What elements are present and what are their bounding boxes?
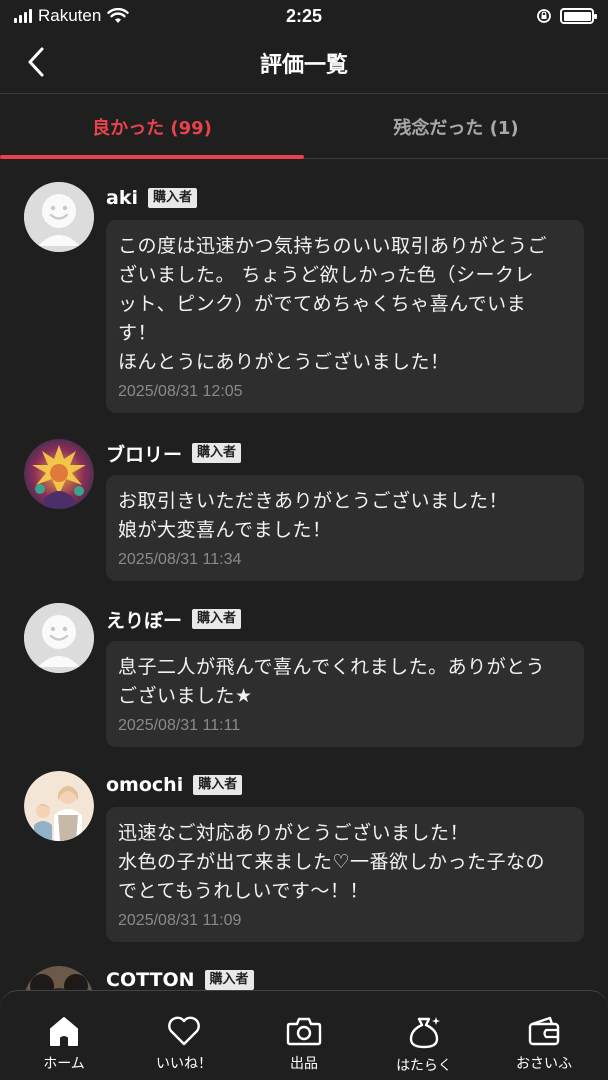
mouse-photo	[25, 966, 93, 990]
status-left: Rakuten	[14, 6, 130, 26]
bottom-tab-bar: ホーム いいね！ 出品 はたらく おさいふ	[0, 990, 608, 1080]
review-comment: 迅速なご対応ありがとうございました！ 水色の子が出て来ました♡一番欲しかった子な…	[118, 822, 546, 902]
wifi-icon	[107, 8, 130, 23]
tab-bar-sell[interactable]: 出品	[249, 991, 359, 1080]
buyer-badge: 購入者	[193, 775, 243, 795]
status-bar: Rakuten 2:25	[0, 0, 608, 32]
review-item: ブロリー 購入者 お取引きいただきありがとうございました！ 娘が大変喜んでました…	[0, 413, 608, 581]
chevron-left-icon	[28, 47, 44, 77]
review-body: えりぼー 購入者 息子二人が飛んで喜んでくれました。ありがとう ございました★ …	[106, 605, 584, 747]
review-date: 2025/08/31 12:05	[118, 383, 243, 400]
review-item: omochi 購入者 迅速なご対応ありがとうございました！ 水色の子が出て来まし…	[0, 747, 608, 942]
reviewer-name[interactable]: ブロリー	[106, 440, 182, 467]
camera-icon	[286, 1017, 322, 1046]
reviewer-row: ブロリー 購入者	[106, 439, 584, 467]
review-item: COTTON 購入者	[0, 942, 608, 990]
carrier-label: Rakuten	[38, 6, 102, 25]
heart-icon	[168, 1016, 200, 1046]
tab-bad-label: 残念だった (1)	[393, 117, 519, 139]
tab-bad[interactable]: 残念だった (1)	[304, 95, 608, 158]
review-item: aki 購入者 この度は迅速かつ気持ちのいい取引ありがとうご ざいました。 ちょ…	[0, 160, 608, 413]
active-tab-indicator	[0, 155, 304, 159]
review-comment: 息子二人が飛んで喜んでくれました。ありがとう ございました★	[118, 656, 546, 707]
comment-bubble: お取引きいただきありがとうございました！ 娘が大変喜んでました！ 2025/08…	[106, 475, 584, 581]
review-date: 2025/08/31 11:09	[118, 912, 242, 929]
reviewer-row: COTTON 購入者	[106, 966, 584, 990]
reviewer-name[interactable]: omochi	[106, 774, 183, 796]
tab-bar-label: いいね！	[156, 1056, 212, 1072]
tab-bar-label: おさいふ	[516, 1056, 572, 1072]
nav-header: 評価一覧	[0, 32, 608, 94]
reviewer-row: aki 購入者	[106, 184, 584, 212]
battery-icon	[560, 8, 597, 24]
avatar[interactable]	[24, 771, 94, 841]
avatar[interactable]	[24, 603, 94, 673]
review-date: 2025/08/31 11:11	[118, 717, 241, 734]
review-date: 2025/08/31 11:34	[118, 551, 242, 568]
reviewer-row: omochi 購入者	[106, 771, 584, 799]
tab-good[interactable]: 良かった (99)	[0, 95, 304, 158]
buyer-badge: 購入者	[147, 188, 197, 208]
page-title: 評価一覧	[259, 52, 348, 78]
tab-bar-work[interactable]: はたらく	[369, 991, 479, 1080]
tab-bar-wallet[interactable]: おさいふ	[489, 991, 599, 1080]
comment-bubble: 息子二人が飛んで喜んでくれました。ありがとう ございました★ 2025/08/3…	[106, 641, 584, 747]
comment-bubble: 迅速なご対応ありがとうございました！ 水色の子が出て来ました♡一番欲しかった子な…	[106, 807, 584, 942]
home-icon	[50, 1017, 78, 1046]
tab-good-label: 良かった (99)	[92, 117, 212, 139]
reviewer-name[interactable]: aki	[106, 187, 138, 209]
status-right	[536, 8, 597, 24]
avatar[interactable]	[24, 182, 94, 252]
orientation-lock-icon	[537, 9, 551, 23]
avatar[interactable]	[24, 439, 94, 509]
family-illustration	[24, 771, 94, 841]
review-comment: この度は迅速かつ気持ちのいい取引ありがとうご ざいました。 ちょうど欲しかった色…	[118, 235, 548, 373]
money-bag-icon	[409, 1017, 440, 1049]
default-face-icon	[24, 182, 94, 252]
wallet-icon	[528, 1016, 560, 1046]
tab-bar-home[interactable]: ホーム	[9, 991, 119, 1080]
review-item: えりぼー 購入者 息子二人が飛んで喜んでくれました。ありがとう ございました★ …	[0, 581, 608, 747]
reviewer-name[interactable]: COTTON	[106, 969, 195, 990]
buyer-badge: 購入者	[192, 609, 242, 629]
comment-bubble: この度は迅速かつ気持ちのいい取引ありがとうご ざいました。 ちょうど欲しかった色…	[106, 220, 584, 413]
review-list[interactable]: aki 購入者 この度は迅速かつ気持ちのいい取引ありがとうご ざいました。 ちょ…	[0, 160, 608, 990]
reviewer-name[interactable]: えりぼー	[106, 606, 182, 633]
review-body: COTTON 購入者	[106, 966, 584, 990]
buyer-badge: 購入者	[192, 443, 242, 463]
character-photo	[24, 439, 94, 509]
signal-icon	[14, 9, 32, 23]
review-tabs: 良かった (99) 残念だった (1)	[0, 95, 608, 159]
avatar[interactable]	[24, 966, 94, 990]
back-button[interactable]	[18, 44, 54, 80]
tab-bar-label: 出品	[290, 1056, 318, 1072]
review-body: aki 購入者 この度は迅速かつ気持ちのいい取引ありがとうご ざいました。 ちょ…	[106, 184, 584, 413]
review-body: omochi 購入者 迅速なご対応ありがとうございました！ 水色の子が出て来まし…	[106, 771, 584, 942]
review-comment: お取引きいただきありがとうございました！ 娘が大変喜んでました！	[118, 490, 509, 541]
tab-bar-label: はたらく	[396, 1058, 452, 1074]
tab-bar-label: ホーム	[43, 1056, 85, 1072]
default-face-icon	[24, 603, 94, 673]
reviewer-row: えりぼー 購入者	[106, 605, 584, 633]
tab-bar-likes[interactable]: いいね！	[129, 991, 239, 1080]
review-body: ブロリー 購入者 お取引きいただきありがとうございました！ 娘が大変喜んでました…	[106, 439, 584, 581]
buyer-badge: 購入者	[204, 970, 254, 990]
